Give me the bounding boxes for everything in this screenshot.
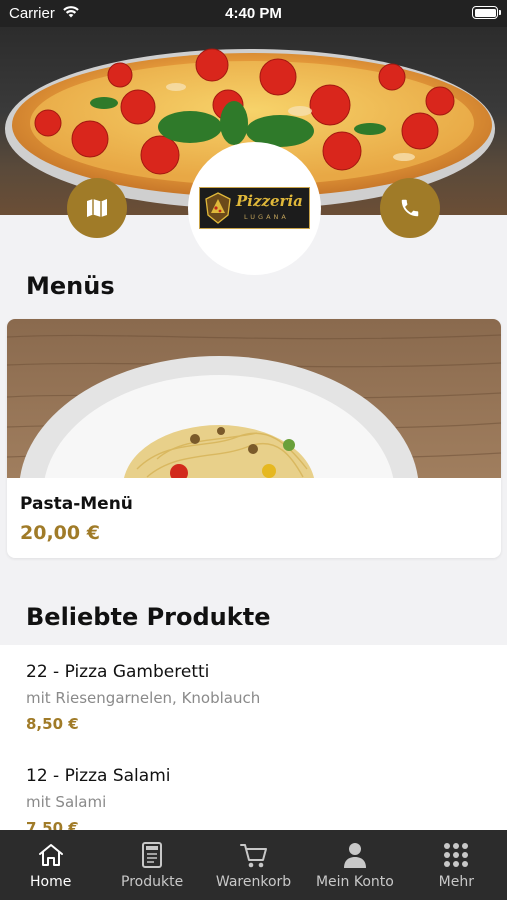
logo-badge: Pizzeria LUGANA (199, 187, 310, 229)
phone-icon (401, 199, 419, 217)
battery-icon (472, 6, 501, 19)
menus-heading: Menüs (26, 272, 115, 300)
product-name: 12 - Pizza Salami (26, 766, 171, 786)
map-icon (87, 199, 107, 217)
pasta-photo (7, 319, 501, 478)
tab-warenkorb[interactable]: Warenkorb (203, 830, 304, 900)
menu-book-icon (142, 842, 163, 868)
tab-label: Home (30, 874, 72, 890)
tab-home[interactable]: Home (0, 830, 101, 900)
tab-mehr[interactable]: Mehr (406, 830, 507, 900)
popular-products-heading: Beliebte Produkte (26, 603, 271, 631)
menu-card[interactable]: Pasta-Menü 20,00 € (7, 319, 501, 558)
tab-mein-konto[interactable]: Mein Konto (304, 830, 405, 900)
product-price: 8,50 € (26, 715, 79, 733)
tab-label: Produkte (121, 874, 184, 890)
menu-item-name: Pasta-Menü (20, 494, 133, 514)
product-description: mit Riesengarnelen, Knoblauch (26, 689, 261, 707)
tab-bar: Home Produkte Warenkorb Mein Konto Mehr (0, 830, 507, 900)
product-name: 22 - Pizza Gamberetti (26, 662, 210, 682)
status-bar: Carrier 4:40 PM (0, 0, 507, 27)
map-button[interactable] (67, 178, 127, 238)
logo-sub-text: LUGANA (244, 213, 289, 221)
menu-item-price: 20,00 € (20, 522, 100, 544)
call-button[interactable] (380, 178, 440, 238)
tab-produkte[interactable]: Produkte (101, 830, 202, 900)
tab-label: Mein Konto (315, 874, 394, 890)
tab-label: Mehr (438, 874, 474, 890)
popular-products-list: 22 - Pizza Gamberetti mit Riesengarnelen… (0, 645, 507, 845)
grid-icon (444, 843, 469, 867)
home-icon (38, 844, 63, 866)
product-description: mit Salami (26, 793, 107, 811)
tab-label: Warenkorb (215, 874, 292, 890)
product-item[interactable]: 22 - Pizza Gamberetti mit Riesengarnelen… (26, 661, 496, 734)
pizza-logo-icon (205, 192, 231, 224)
logo-brand-text: Pizzeria (236, 192, 303, 210)
cart-icon (239, 844, 267, 868)
user-icon (343, 843, 366, 868)
product-item[interactable]: 12 - Pizza Salami mit Salami 7,50 € (26, 765, 496, 838)
restaurant-logo: Pizzeria LUGANA (188, 142, 321, 275)
clock: 4:40 PM (225, 5, 282, 22)
